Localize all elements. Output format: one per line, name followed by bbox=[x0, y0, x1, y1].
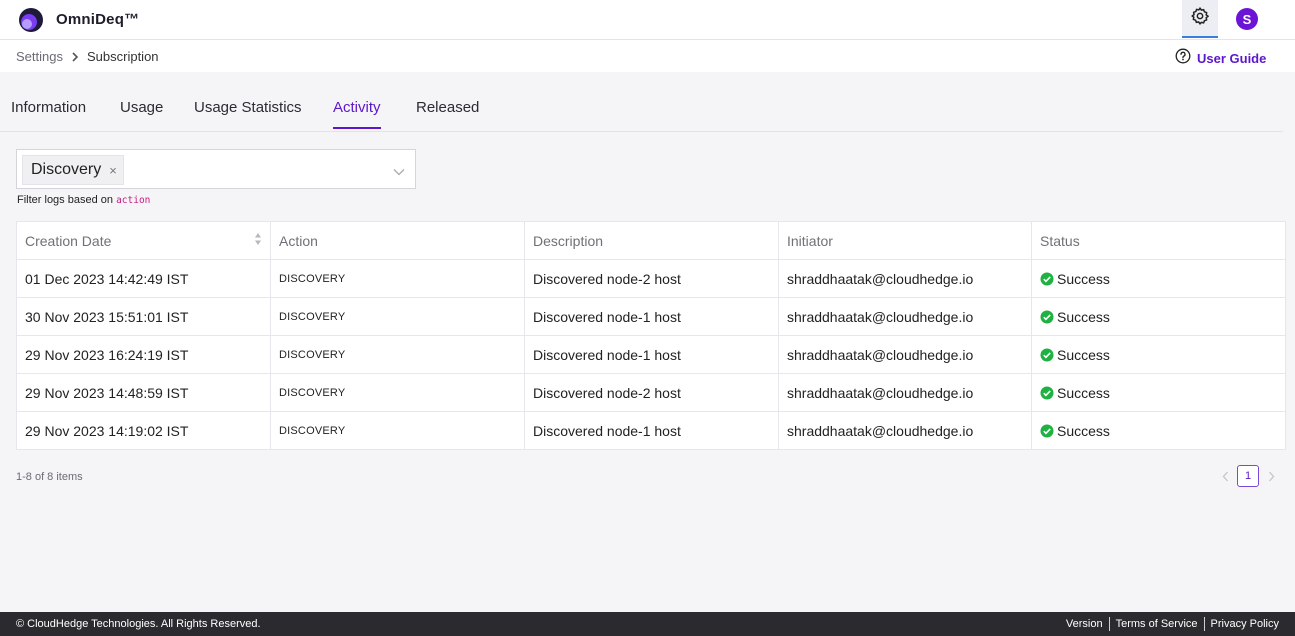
cell-status: Success bbox=[1031, 335, 1286, 374]
cell-status: Success bbox=[1031, 411, 1286, 450]
close-icon[interactable]: × bbox=[109, 163, 117, 178]
chevron-down-icon[interactable] bbox=[393, 163, 405, 181]
check-circle-icon bbox=[1040, 272, 1054, 286]
cell-action: DISCOVERY bbox=[270, 335, 525, 374]
pagination-summary: 1-8 of 8 items bbox=[16, 471, 83, 483]
breadcrumb-subscription: Subscription bbox=[86, 49, 159, 64]
table-header-row: Creation Date Action Description Initiat… bbox=[16, 221, 1286, 260]
cell-initiator: shraddhaatak@cloudhedge.io bbox=[778, 297, 1032, 336]
breadcrumb: Settings Subscription bbox=[16, 49, 159, 64]
cell-action: DISCOVERY bbox=[270, 411, 525, 450]
chevron-right-icon[interactable] bbox=[1264, 471, 1278, 482]
column-header-action: Action bbox=[270, 221, 525, 260]
tab-usage-statistics[interactable]: Usage Statistics bbox=[194, 99, 302, 127]
cell-status: Success bbox=[1031, 373, 1286, 412]
settings-button[interactable] bbox=[1182, 0, 1218, 38]
cell-creation-date: 29 Nov 2023 14:48:59 IST bbox=[16, 373, 271, 412]
footer-link-terms[interactable]: Terms of Service bbox=[1110, 618, 1204, 630]
tab-activity[interactable]: Activity bbox=[333, 99, 381, 129]
table-row: 01 Dec 2023 14:42:49 IST DISCOVERY Disco… bbox=[16, 259, 1286, 298]
status-label: Success bbox=[1057, 384, 1110, 401]
top-navbar: OmniDeq™ S bbox=[0, 0, 1295, 40]
check-circle-icon bbox=[1040, 424, 1054, 438]
cell-initiator: shraddhaatak@cloudhedge.io bbox=[778, 411, 1032, 450]
cell-description: Discovered node-2 host bbox=[524, 259, 779, 298]
activity-table: Creation Date Action Description Initiat… bbox=[16, 221, 1286, 450]
table-row: 30 Nov 2023 15:51:01 IST DISCOVERY Disco… bbox=[16, 297, 1286, 336]
cell-description: Discovered node-1 host bbox=[524, 411, 779, 450]
user-guide-label: User Guide bbox=[1197, 51, 1267, 66]
page-button-1[interactable]: 1 bbox=[1237, 465, 1259, 487]
filter-help-code: action bbox=[116, 195, 151, 206]
cell-initiator: shraddhaatak@cloudhedge.io bbox=[778, 259, 1032, 298]
sort-icon[interactable] bbox=[254, 232, 262, 249]
footer-copyright: © CloudHedge Technologies. All Rights Re… bbox=[16, 618, 261, 630]
question-circle-icon bbox=[1175, 48, 1191, 69]
check-circle-icon bbox=[1040, 348, 1054, 362]
cell-description: Discovered node-1 host bbox=[524, 335, 779, 374]
app-title[interactable]: OmniDeq™ bbox=[56, 11, 139, 28]
cell-initiator: shraddhaatak@cloudhedge.io bbox=[778, 373, 1032, 412]
tab-bar: Information Usage Usage Statistics Activ… bbox=[0, 72, 1283, 132]
filter-help-text: Filter logs based on action bbox=[17, 194, 151, 206]
column-header-initiator: Initiator bbox=[778, 221, 1032, 260]
cell-status: Success bbox=[1031, 259, 1286, 298]
user-guide-link[interactable]: User Guide bbox=[1175, 48, 1266, 69]
tab-released[interactable]: Released bbox=[416, 99, 479, 127]
cell-creation-date: 01 Dec 2023 14:42:49 IST bbox=[16, 259, 271, 298]
tab-information[interactable]: Information bbox=[11, 99, 86, 127]
column-header-status: Status bbox=[1031, 221, 1286, 260]
breadcrumb-bar: Settings Subscription User Guide bbox=[0, 40, 1295, 72]
cell-action: DISCOVERY bbox=[270, 259, 525, 298]
cell-initiator: shraddhaatak@cloudhedge.io bbox=[778, 335, 1032, 374]
cell-description: Discovered node-2 host bbox=[524, 373, 779, 412]
tab-usage[interactable]: Usage bbox=[120, 99, 163, 127]
action-filter-select[interactable]: Discovery × bbox=[16, 149, 416, 189]
table-row: 29 Nov 2023 14:19:02 IST DISCOVERY Disco… bbox=[16, 411, 1286, 450]
gear-icon bbox=[1190, 6, 1210, 31]
filter-chip-label: Discovery bbox=[31, 161, 102, 178]
cell-creation-date: 30 Nov 2023 15:51:01 IST bbox=[16, 297, 271, 336]
cell-description: Discovered node-1 host bbox=[524, 297, 779, 336]
pagination: 1 bbox=[1218, 465, 1278, 487]
cell-status: Success bbox=[1031, 297, 1286, 336]
column-header-creation-date[interactable]: Creation Date bbox=[16, 221, 271, 260]
cell-creation-date: 29 Nov 2023 16:24:19 IST bbox=[16, 335, 271, 374]
filter-chip-discovery: Discovery × bbox=[22, 155, 124, 185]
status-label: Success bbox=[1057, 422, 1110, 439]
status-label: Success bbox=[1057, 346, 1110, 363]
footer: © CloudHedge Technologies. All Rights Re… bbox=[0, 612, 1295, 636]
footer-link-privacy[interactable]: Privacy Policy bbox=[1205, 618, 1279, 630]
user-avatar[interactable]: S bbox=[1236, 8, 1258, 30]
cell-creation-date: 29 Nov 2023 14:19:02 IST bbox=[16, 411, 271, 450]
cell-action: DISCOVERY bbox=[270, 373, 525, 412]
table-row: 29 Nov 2023 14:48:59 IST DISCOVERY Disco… bbox=[16, 373, 1286, 412]
omnideq-logo-icon[interactable] bbox=[18, 7, 44, 33]
chevron-left-icon[interactable] bbox=[1218, 471, 1232, 482]
check-circle-icon bbox=[1040, 310, 1054, 324]
footer-link-version[interactable]: Version bbox=[1060, 618, 1109, 630]
chevron-right-icon bbox=[71, 51, 79, 62]
breadcrumb-settings[interactable]: Settings bbox=[16, 49, 63, 64]
footer-links: Version Terms of Service Privacy Policy bbox=[1060, 617, 1279, 631]
cell-action: DISCOVERY bbox=[270, 297, 525, 336]
column-header-description: Description bbox=[524, 221, 779, 260]
status-label: Success bbox=[1057, 270, 1110, 287]
check-circle-icon bbox=[1040, 386, 1054, 400]
table-row: 29 Nov 2023 16:24:19 IST DISCOVERY Disco… bbox=[16, 335, 1286, 374]
status-label: Success bbox=[1057, 308, 1110, 325]
